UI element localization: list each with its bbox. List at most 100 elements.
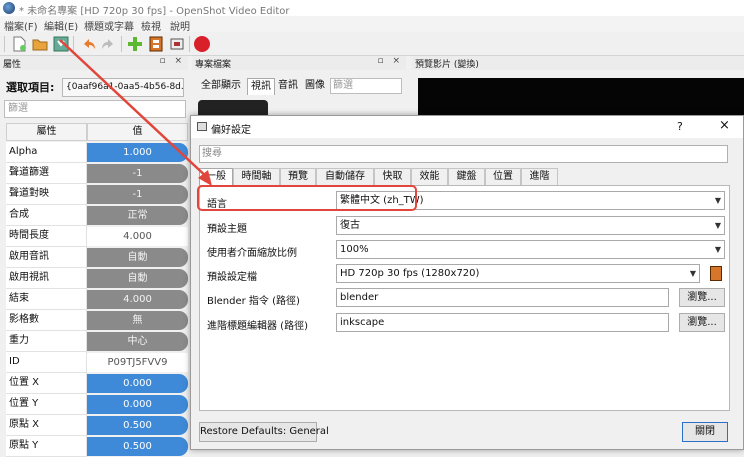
restore-defaults-button[interactable]: Restore Defaults: General: [199, 422, 329, 442]
property-value[interactable]: P09TJ5FVV9: [87, 353, 188, 372]
files-tab-show-all[interactable]: 全部顯示: [198, 78, 244, 95]
main-toolbar: [0, 32, 744, 56]
blender-browse-button[interactable]: 瀏覽...: [679, 288, 725, 307]
menu-file[interactable]: 檔案(F): [4, 18, 38, 33]
property-name: Alpha: [6, 142, 87, 163]
menu-help[interactable]: 說明: [170, 18, 190, 33]
property-name: ID: [6, 352, 87, 373]
property-value[interactable]: 中心: [87, 332, 188, 351]
property-row[interactable]: 聲道對映 -1: [6, 184, 188, 205]
property-value[interactable]: 4.000: [87, 227, 188, 246]
window-titlebar: * 未命名專案 [HD 720p 30 fps] - OpenShot Vide…: [0, 0, 744, 17]
files-filter-input[interactable]: 篩選: [330, 78, 402, 94]
property-row[interactable]: 啟用視訊 自動: [6, 268, 188, 289]
files-tab-image[interactable]: 圖像: [302, 78, 328, 95]
property-value[interactable]: 無: [87, 311, 188, 330]
menu-edit[interactable]: 編輯(E): [44, 18, 78, 33]
chevron-down-icon: ▼: [714, 221, 721, 230]
property-value[interactable]: 自動: [87, 248, 188, 267]
files-tab-video[interactable]: 視訊: [247, 78, 275, 95]
files-tab-audio[interactable]: 音訊: [275, 78, 301, 95]
property-row[interactable]: 影格數無: [6, 310, 188, 331]
property-name: 位置 X: [6, 373, 87, 394]
ui-scale-value: 100%: [340, 244, 369, 255]
properties-filter-input[interactable]: 篩選: [4, 100, 186, 118]
property-value[interactable]: 自動: [87, 269, 188, 288]
property-value[interactable]: 0.000: [87, 395, 188, 414]
tab-autosave[interactable]: 自動儲存: [316, 168, 374, 185]
property-row[interactable]: 位置 X 0.000: [6, 373, 188, 394]
property-value[interactable]: 0.000: [87, 374, 188, 393]
preview-dock-title: 預覽影片 (變換): [415, 60, 479, 70]
default-profile-value: HD 720p 30 fps (1280x720): [340, 268, 480, 279]
save-project-icon[interactable]: [52, 35, 70, 53]
tab-preview[interactable]: 預覽: [280, 168, 316, 185]
property-row[interactable]: Alpha 1.000: [6, 142, 188, 163]
tab-keyboard[interactable]: 鍵盤: [448, 168, 485, 185]
project-files-dock-header: 專案檔案 ▫ ×: [192, 56, 406, 70]
column-header-value[interactable]: 值: [87, 123, 188, 141]
dialog-window-icon: [197, 122, 207, 131]
property-row[interactable]: ID P09TJ5FVV9: [6, 352, 188, 373]
property-value[interactable]: 4.000: [87, 290, 188, 309]
preferences-search-input[interactable]: 搜尋: [199, 145, 728, 163]
project-files-dock-buttons[interactable]: ▫ ×: [377, 56, 403, 66]
property-value[interactable]: -1: [87, 164, 188, 183]
tab-general[interactable]: 一般: [199, 168, 233, 186]
title-editor-path-input[interactable]: inkscape: [336, 313, 669, 332]
properties-dock-buttons[interactable]: ▫ ×: [159, 56, 185, 66]
property-row[interactable]: 結束 4.000: [6, 289, 188, 310]
undo-icon[interactable]: [79, 35, 97, 53]
property-name: 時間長度: [6, 226, 87, 247]
fullscreen-icon[interactable]: [168, 35, 186, 53]
open-project-icon[interactable]: [31, 35, 49, 53]
redo-icon[interactable]: [100, 35, 118, 53]
property-row[interactable]: 位置 Y 0.000: [6, 394, 188, 415]
tab-advanced[interactable]: 進階: [521, 168, 558, 185]
choose-profile-icon[interactable]: [147, 35, 165, 53]
property-name: 影格數: [6, 310, 87, 331]
title-editor-browse-button[interactable]: 瀏覽...: [679, 313, 725, 332]
export-video-icon[interactable]: [193, 35, 211, 53]
property-row[interactable]: 時間長度 4.000: [6, 226, 188, 247]
property-row[interactable]: 原點 X 0.500: [6, 415, 188, 436]
properties-dock-header: 屬性 ▫ ×: [0, 56, 188, 70]
ui-scale-label: 使用者介面縮放比例: [207, 248, 297, 259]
title-editor-path-label: 進階標題編輯器 (路徑): [207, 321, 308, 332]
tab-timeline[interactable]: 時間軸: [233, 168, 280, 185]
selection-dropdown[interactable]: {0aaf96a1-0aa5-4b56-8d...: [62, 78, 184, 97]
default-profile-select[interactable]: HD 720p 30 fps (1280x720) ▼: [336, 264, 700, 283]
dialog-titlebar: 偏好設定 ? ×: [191, 116, 743, 138]
property-row[interactable]: 合成 正常: [6, 205, 188, 226]
default-theme-select[interactable]: 復古 ▼: [336, 216, 725, 235]
openshot-logo-icon: [3, 2, 15, 14]
property-row[interactable]: 重力 中心: [6, 331, 188, 352]
column-header-property[interactable]: 屬性: [6, 123, 87, 141]
menu-bar: 檔案(F) 編輯(E) 標題或字幕 檢視 說明: [0, 16, 744, 33]
tab-cache[interactable]: 快取: [374, 168, 411, 185]
close-icon[interactable]: ×: [719, 118, 730, 133]
blender-path-input[interactable]: blender: [336, 288, 669, 307]
new-project-icon[interactable]: [10, 35, 28, 53]
close-button[interactable]: 關閉: [682, 422, 728, 442]
property-value[interactable]: -1: [87, 185, 188, 204]
project-files-dock-title: 專案檔案: [195, 60, 232, 70]
tab-location[interactable]: 位置: [485, 168, 521, 185]
property-name: 啟用視訊: [6, 268, 87, 289]
menu-view[interactable]: 檢視: [141, 18, 161, 33]
import-files-icon[interactable]: [126, 35, 144, 53]
property-row[interactable]: 啟用音訊 自動: [6, 247, 188, 268]
property-value[interactable]: 1.000: [87, 143, 188, 162]
ui-scale-select[interactable]: 100% ▼: [336, 240, 725, 259]
property-value[interactable]: 正常: [87, 206, 188, 225]
chevron-down-icon: ▼: [714, 196, 721, 205]
profile-icon[interactable]: [710, 266, 722, 281]
property-row[interactable]: 聲道篩選 -1: [6, 163, 188, 184]
property-name: 聲道對映: [6, 184, 87, 205]
property-value[interactable]: 0.500: [87, 416, 188, 435]
property-value[interactable]: 0.500: [87, 437, 188, 456]
property-row[interactable]: 原點 Y 0.500: [6, 436, 188, 457]
menu-title[interactable]: 標題或字幕: [84, 18, 134, 33]
help-button[interactable]: ?: [677, 120, 683, 133]
tab-performance[interactable]: 效能: [411, 168, 448, 185]
